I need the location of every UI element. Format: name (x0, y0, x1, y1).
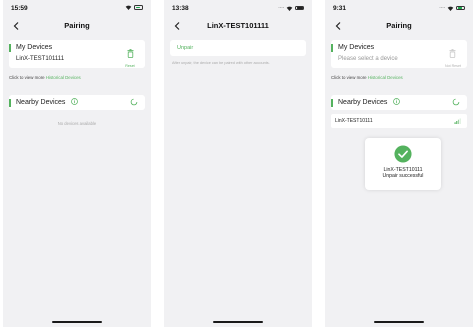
info-circle-icon[interactable] (393, 98, 400, 105)
status-time: 15:59 (11, 5, 28, 12)
unpair-button[interactable]: Unpair (170, 40, 306, 56)
phone-screen-device-detail: 13:38 ···· LinX-TEST101111 Unpair After … (164, 0, 312, 327)
section-accent-bar (9, 98, 11, 107)
home-indicator[interactable] (213, 320, 263, 323)
paired-device-name[interactable]: LinX-TEST101111 (16, 56, 64, 62)
wifi-icon (286, 6, 293, 11)
my-devices-title: My Devices (16, 44, 53, 51)
signal-dots-icon: ···· (439, 5, 446, 11)
reset-button[interactable]: Not Reset (445, 45, 461, 68)
page-title: Pairing (386, 21, 412, 30)
select-device-placeholder[interactable]: Please select a device (338, 56, 398, 62)
history-prefix: Click to view more (9, 75, 46, 80)
nav-bar: Pairing (3, 18, 151, 34)
nav-bar: LinX-TEST101111 (164, 18, 312, 34)
page-title: LinX-TEST101111 (207, 21, 269, 30)
nearby-devices-header: Nearby Devices (331, 95, 467, 110)
battery-icon (295, 5, 304, 11)
toast-message: Unpair successful (382, 173, 424, 179)
spinner-icon[interactable] (452, 98, 460, 106)
unpair-label: Unpair (177, 45, 194, 51)
status-time: 9:31 (333, 5, 347, 12)
status-bar: 15:59 (3, 0, 151, 18)
nearby-device-row[interactable]: LinX-TEST10111 (331, 114, 467, 128)
trash-icon (127, 49, 133, 58)
history-prefix: Click to view more (331, 75, 368, 80)
info-circle-icon[interactable] (71, 98, 78, 105)
check-circle-icon (394, 145, 412, 163)
unpair-success-toast: LinX-TEST10111 Unpair successful (365, 138, 441, 190)
home-indicator[interactable] (52, 320, 102, 323)
nearby-devices-title: Nearby Devices (338, 98, 388, 106)
unpair-hint: After unpair, the device can be paired w… (172, 61, 270, 65)
section-accent-bar (9, 44, 11, 52)
signal-dots-icon: ···· (278, 5, 285, 11)
trash-icon (449, 49, 455, 58)
wifi-icon (447, 6, 454, 11)
nearby-device-name: LinX-TEST10111 (335, 118, 373, 124)
battery-icon (134, 5, 143, 10)
page-title: Pairing (64, 21, 90, 30)
history-line: Click to view more Historical Devices (331, 75, 403, 80)
status-time: 13:38 (172, 5, 189, 12)
signal-icon (454, 118, 461, 124)
section-accent-bar (331, 98, 333, 107)
no-devices-text: No devices available (57, 121, 97, 126)
nav-bar: Pairing (325, 18, 473, 34)
status-bar: 13:38 ···· (164, 0, 312, 18)
nearby-devices-title: Nearby Devices (16, 98, 66, 106)
phone-screen-pairing: 15:59 Pairing My Devices LinX-TEST101111… (3, 0, 151, 327)
system-icons (125, 5, 143, 10)
nearby-devices-header: Nearby Devices (9, 95, 145, 110)
historical-devices-link[interactable]: Historical Devices (368, 75, 403, 80)
my-devices-title: My Devices (338, 44, 375, 51)
reset-label: Not Reset (445, 64, 461, 68)
system-icons: ···· (439, 5, 465, 11)
my-devices-card: My Devices LinX-TEST101111 Reset (9, 40, 145, 68)
history-line: Click to view more Historical Devices (9, 75, 81, 80)
system-icons: ···· (278, 5, 304, 11)
my-devices-card: My Devices Please select a device Not Re… (331, 40, 467, 68)
status-bar: 9:31 ···· (325, 0, 473, 18)
spinner-icon[interactable] (130, 98, 138, 106)
section-accent-bar (331, 44, 333, 52)
battery-icon (456, 5, 465, 11)
reset-label: Reset (125, 64, 135, 68)
phone-screen-pairing-unpaired: 9:31 ···· Pairing My Devices Please sele… (325, 0, 473, 327)
wifi-icon (125, 5, 132, 10)
historical-devices-link[interactable]: Historical Devices (46, 75, 81, 80)
home-indicator[interactable] (374, 320, 424, 323)
reset-button[interactable]: Reset (123, 45, 137, 68)
